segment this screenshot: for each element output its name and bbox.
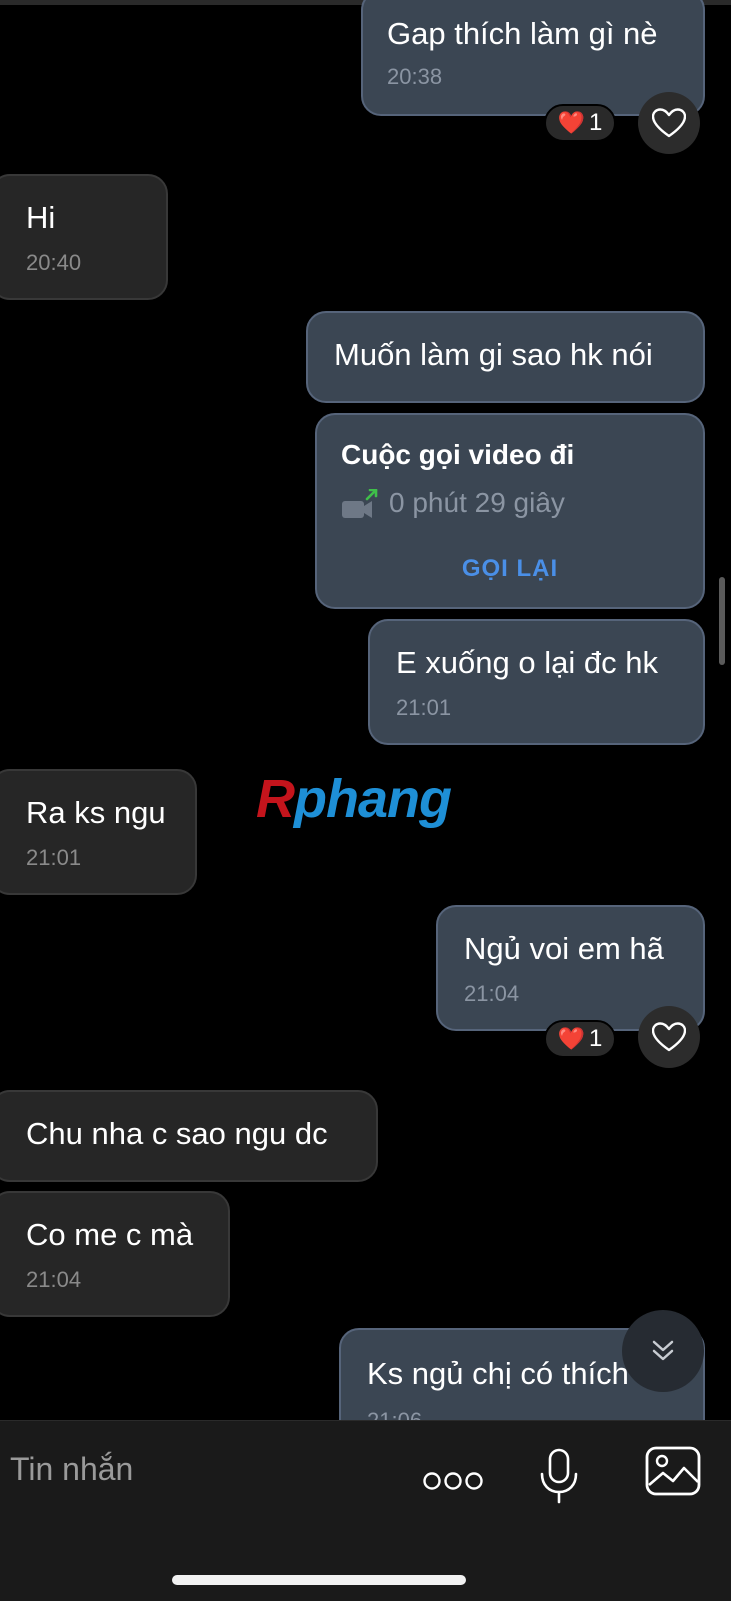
heart-emoji-icon: ❤️	[557, 110, 586, 135]
message-bubble-sent[interactable]: E xuống o lại đc hk 21:01	[368, 619, 705, 745]
message-text: Hi	[26, 200, 56, 235]
message-text: Gap thích làm gì nè	[387, 16, 658, 51]
call-back-button[interactable]: GỌI LẠI	[317, 555, 703, 583]
message-input-bar: Tin nhắn	[0, 1420, 731, 1601]
message-bubble-sent[interactable]: Muốn làm gi sao hk nói	[306, 311, 705, 403]
message-text: Ngủ voi em hã	[464, 931, 664, 966]
message-text: Ra ks ngu	[26, 795, 166, 830]
message-bubble-received[interactable]: Ra ks ngu 21:01	[0, 769, 197, 895]
watermark-rest: phang	[294, 769, 452, 829]
more-button[interactable]	[420, 1463, 486, 1499]
more-dots-icon	[423, 1472, 483, 1490]
scroll-to-bottom-button[interactable]	[622, 1310, 704, 1392]
message-bubble-received[interactable]: Co me c mà 21:04	[0, 1191, 230, 1317]
reaction-count: 1	[589, 1025, 603, 1052]
message-time: 20:38	[387, 64, 443, 89]
heart-outline-icon	[652, 1022, 686, 1052]
image-button[interactable]	[644, 1445, 702, 1497]
heart-emoji-icon: ❤️	[557, 1026, 586, 1051]
message-time: 21:04	[26, 1267, 82, 1292]
call-duration: 0 phút 29 giây	[389, 487, 565, 518]
message-time: 20:40	[26, 250, 82, 275]
reaction-badge[interactable]: ❤️ 1	[544, 104, 616, 142]
watermark-logo: Rphang	[256, 768, 452, 830]
call-title: Cuộc gọi video đi	[341, 439, 575, 470]
message-text: E xuống o lại đc hk	[396, 645, 658, 680]
watermark-first: R	[256, 769, 295, 829]
like-button[interactable]	[638, 1006, 700, 1068]
home-indicator[interactable]	[172, 1575, 466, 1585]
video-call-bubble[interactable]: Cuộc gọi video đi 0 phút 29 giây GỌI LẠI	[315, 413, 705, 609]
heart-outline-icon	[652, 108, 686, 138]
video-call-outgoing-icon	[342, 489, 378, 518]
double-chevron-down-icon	[652, 1340, 674, 1361]
message-bubble-received[interactable]: Chu nha c sao ngu dc	[0, 1090, 378, 1182]
message-text: Co me c mà	[26, 1217, 194, 1252]
reaction-count: 1	[589, 109, 603, 136]
message-text: Chu nha c sao ngu dc	[26, 1116, 328, 1151]
message-bubble-received[interactable]: Hi 20:40	[0, 174, 168, 300]
image-icon	[645, 1446, 701, 1496]
message-time: 21:01	[396, 695, 452, 720]
message-time: 21:01	[26, 845, 82, 870]
scrollbar[interactable]	[719, 577, 725, 665]
message-text: Muốn làm gi sao hk nói	[334, 337, 653, 372]
reaction-badge[interactable]: ❤️ 1	[544, 1020, 616, 1058]
microphone-icon	[540, 1448, 578, 1504]
message-time: 21:04	[464, 981, 520, 1006]
message-input[interactable]: Tin nhắn	[10, 1451, 133, 1488]
message-text: Ks ngủ chị có thích	[367, 1356, 629, 1391]
voice-button[interactable]	[536, 1445, 582, 1507]
like-button[interactable]	[638, 92, 700, 154]
